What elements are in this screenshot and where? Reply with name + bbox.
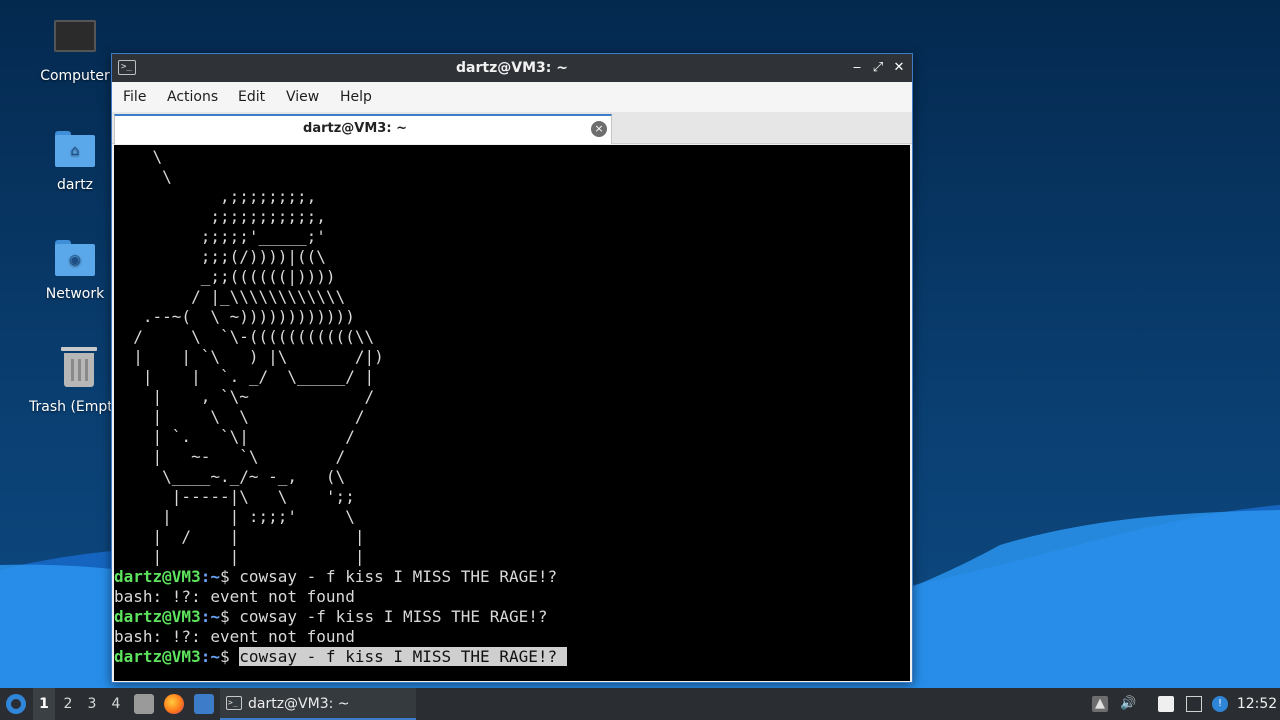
ascii-art-line: / |_\\\\\\\\\\\\ <box>114 287 346 306</box>
ascii-art-line: | `. `\| / <box>114 427 355 446</box>
maximize-button[interactable]: ⤢ <box>869 58 887 78</box>
tab-close-icon[interactable]: × <box>591 121 607 137</box>
terminal-icon: >_ <box>226 696 242 710</box>
file-manager-icon[interactable] <box>134 694 154 714</box>
ascii-art-line: | , `\~ / <box>114 387 375 406</box>
desktop-icon-computer[interactable]: Computer <box>25 16 125 84</box>
computer-icon <box>51 16 99 64</box>
taskbar-task-terminal[interactable]: >_ dartz@VM3: ~ <box>220 688 416 720</box>
terminal-line: bash: !?: event not found <box>114 627 567 647</box>
ascii-art-line: | | | <box>114 547 365 566</box>
workspace-3[interactable]: 3 <box>81 688 103 720</box>
home-folder-icon: ⌂ <box>51 125 99 173</box>
workspace-1[interactable]: 1 <box>33 688 55 720</box>
prompt-path: :~ <box>200 647 220 666</box>
menu-view[interactable]: View <box>282 82 323 112</box>
clock[interactable]: 12:52 <box>1236 688 1278 720</box>
network-folder-icon: ◉ <box>51 234 99 282</box>
desktop-icon-home[interactable]: ⌂ dartz <box>25 125 125 193</box>
trash-icon <box>55 347 103 395</box>
terminal-line: bash: !?: event not found <box>114 587 567 607</box>
menu-actions[interactable]: Actions <box>163 82 222 112</box>
ascii-art-line: | | :;;;' \ <box>114 507 355 526</box>
output-text: bash: !?: event not found <box>114 627 355 646</box>
terminal-line: dartz@VM3:~$ cowsay -f kiss I MISS THE R… <box>114 607 567 627</box>
command-text: $ cowsay -f kiss I MISS THE RAGE!? <box>219 607 548 626</box>
menubar: File Actions Edit View Help <box>112 82 912 112</box>
ascii-art-line: | ~- `\ / <box>114 447 346 466</box>
update-icon[interactable]: ! <box>1212 696 1228 712</box>
ascii-art-line: _;;((((((|)))) <box>114 267 336 286</box>
desktop-icon-trash[interactable]: Trash (Empty) <box>25 343 111 415</box>
desktop-icon-label: Network <box>45 286 105 302</box>
ascii-art-line: |-----|\ \ ';; <box>114 487 355 506</box>
start-menu-button[interactable] <box>4 688 28 720</box>
ascii-art-line: \ <box>114 167 172 186</box>
tab-terminal[interactable]: dartz@VM3: ~ × <box>114 114 612 144</box>
network-icon[interactable] <box>1186 696 1202 712</box>
terminal-line: dartz@VM3:~$ cowsay - f kiss I MISS THE … <box>114 567 567 587</box>
workspace-4[interactable]: 4 <box>105 688 127 720</box>
command-text: $ cowsay - f kiss I MISS THE RAGE!? <box>219 567 558 586</box>
desktop-icon[interactable] <box>194 694 214 714</box>
task-label: dartz@VM3: ~ <box>248 696 350 712</box>
ascii-art-line: ;;;;;;;;;;;, <box>114 207 326 226</box>
ascii-art-line: | | `\ ) |\ /|) <box>114 347 384 366</box>
window-title: dartz@VM3: ~ <box>456 60 568 76</box>
prompt-user: dartz@VM3 <box>114 607 201 626</box>
ascii-art-line: ;;;;;'_____;' <box>114 227 326 246</box>
window-titlebar[interactable]: >_ dartz@VM3: ~ ‒ ⤢ ✕ <box>112 54 912 82</box>
terminal-line: dartz@VM3:~$ cowsay - f kiss I MISS THE … <box>114 647 567 667</box>
lxqt-logo-icon <box>6 694 26 714</box>
clipboard-icon[interactable] <box>1158 696 1174 712</box>
tab-bar: dartz@VM3: ~ × <box>112 112 912 144</box>
ascii-art-line: \ <box>114 147 163 166</box>
ascii-art-line: \____~._/~ -_, (\ <box>114 467 346 486</box>
ascii-art-line: | / | | <box>114 527 365 546</box>
menu-help[interactable]: Help <box>336 82 376 112</box>
prompt-path: :~ <box>200 567 220 586</box>
firefox-icon[interactable] <box>164 694 184 714</box>
ascii-art-line: | \ \ / <box>114 407 365 426</box>
prompt-user: dartz@VM3 <box>114 647 201 666</box>
selected-command-text[interactable]: cowsay - f kiss I MISS THE RAGE!? <box>239 647 567 666</box>
desktop-icon-label: dartz <box>56 177 94 193</box>
prompt-path: :~ <box>200 607 220 626</box>
terminal-output[interactable]: \ \ ,;;;;;;;;, ;;;;;;;;;;;, ;;;;;'_____;… <box>114 145 910 681</box>
output-text: bash: !?: event not found <box>114 587 355 606</box>
tray-up-icon[interactable]: ▲ <box>1092 696 1108 712</box>
prompt-symbol: $ <box>219 647 240 666</box>
ascii-art-line: ,;;;;;;;;, <box>114 187 317 206</box>
close-button[interactable]: ✕ <box>890 58 908 78</box>
desktop-icon-network[interactable]: ◉ Network <box>25 234 125 302</box>
terminal-window: >_ dartz@VM3: ~ ‒ ⤢ ✕ File Actions Edit … <box>111 53 913 683</box>
menu-file[interactable]: File <box>119 82 150 112</box>
tab-title: dartz@VM3: ~ <box>303 121 407 136</box>
minimize-button[interactable]: ‒ <box>848 58 866 78</box>
ascii-art-line: ;;;(/))))|((\ <box>114 247 326 266</box>
desktop-icon-label: Trash (Empty) <box>29 399 111 415</box>
ascii-art-line: / \ `\-(((((((((((\\ <box>114 327 375 346</box>
menu-edit[interactable]: Edit <box>234 82 269 112</box>
volume-icon[interactable]: 🔊 <box>1120 696 1136 712</box>
ascii-art-line: | | `. _/ \_____/ | <box>114 367 375 386</box>
ascii-art-line: .--~( \ ~)))))))))))) <box>114 307 355 326</box>
cowsay-ascii-art: \ \ ,;;;;;;;;, ;;;;;;;;;;;, ;;;;;'_____;… <box>114 147 384 567</box>
desktop-icon-label: Computer <box>40 68 110 84</box>
prompt-user: dartz@VM3 <box>114 567 201 586</box>
terminal-command-lines: dartz@VM3:~$ cowsay - f kiss I MISS THE … <box>114 567 567 667</box>
workspace-2[interactable]: 2 <box>57 688 79 720</box>
taskbar: 1 2 3 4 >_ dartz@VM3: ~ ▲ 🔊 ! 12:52 <box>0 688 1280 720</box>
